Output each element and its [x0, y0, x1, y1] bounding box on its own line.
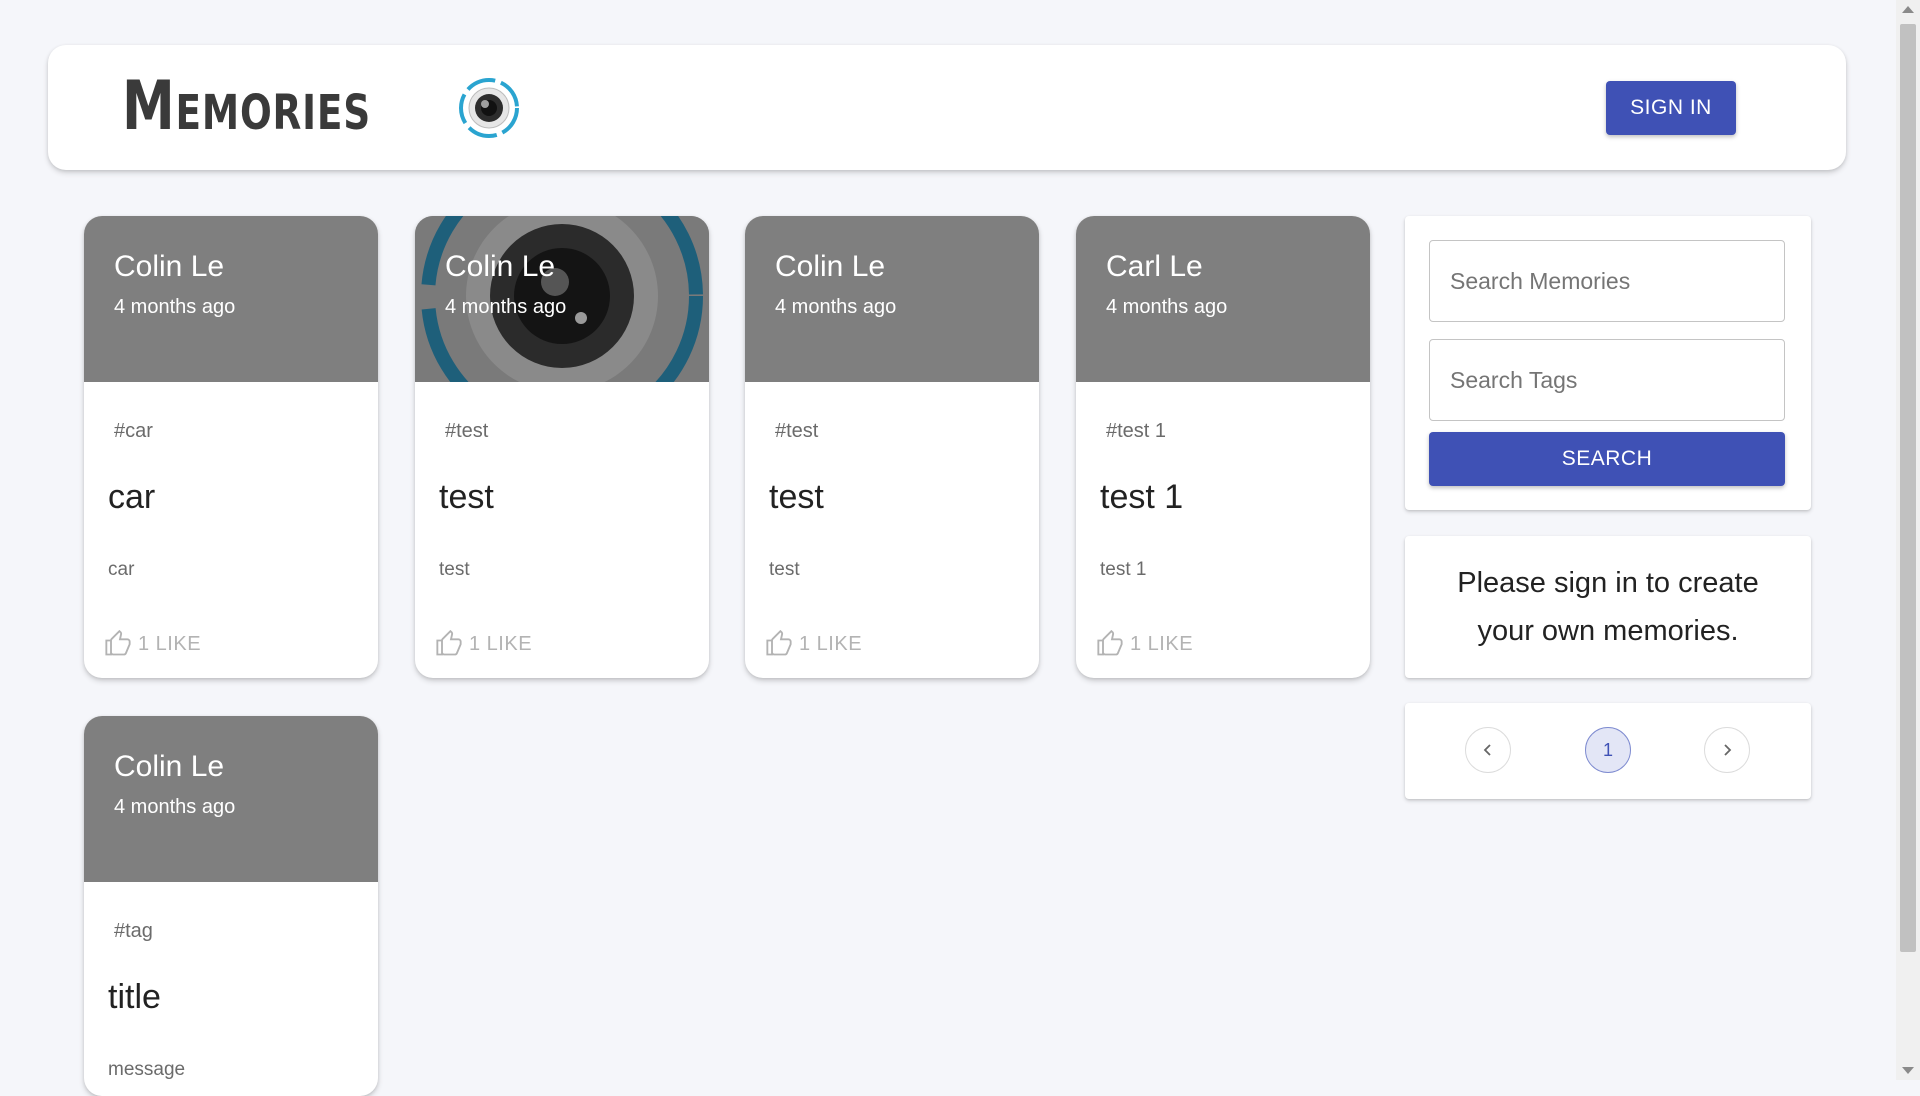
search-tags-field [1429, 339, 1785, 421]
sign-in-button[interactable]: SIGN IN [1606, 81, 1736, 135]
thumb-up-icon [766, 630, 792, 656]
post-card: Colin Le 4 months ago #car car car 1 LIK… [84, 216, 378, 678]
post-media: Colin Le 4 months ago [745, 216, 1039, 382]
post-media: Carl Le 4 months ago [1076, 216, 1370, 382]
post-author: Colin Le [775, 250, 886, 283]
post-message: car [108, 559, 135, 580]
search-button[interactable]: SEARCH [1429, 432, 1785, 486]
post-author: Colin Le [114, 750, 225, 783]
search-panel: SEARCH [1405, 216, 1811, 510]
post-title: test [769, 478, 824, 516]
camera-lens-logo-icon [459, 78, 519, 138]
post-tags: #car [114, 420, 153, 442]
brand-title[interactable]: Memories [122, 71, 371, 143]
post-author: Colin Le [114, 250, 225, 283]
signin-prompt-text: Please sign in to create your own memori… [1457, 567, 1759, 647]
post-time: 4 months ago [1106, 296, 1228, 318]
post-title: car [108, 478, 156, 516]
like-button[interactable]: 1 LIKE [435, 630, 532, 658]
signin-prompt-panel: Please sign in to create your own memori… [1405, 536, 1811, 678]
post-tags: #test 1 [1106, 420, 1167, 442]
thumb-up-icon [436, 630, 462, 656]
pagination: 1 [1405, 703, 1811, 799]
page-button-current[interactable]: 1 [1585, 727, 1631, 773]
next-page-button[interactable] [1704, 727, 1750, 773]
like-button[interactable]: 1 LIKE [765, 630, 862, 658]
post-time: 4 months ago [114, 296, 236, 318]
app-bar: Memories SIGN IN [48, 45, 1846, 170]
post-title: title [108, 978, 161, 1016]
post-time: 4 months ago [775, 296, 897, 318]
like-count: 1 LIKE [799, 632, 863, 655]
post-card: Colin Le 4 months ago #test test test 1 … [745, 216, 1039, 678]
post-time: 4 months ago [445, 296, 567, 318]
page-scrollbar[interactable] [1896, 0, 1920, 1080]
scrollbar-thumb[interactable] [1900, 24, 1916, 952]
search-memories-field [1429, 240, 1785, 322]
post-media: Colin Le 4 months ago [415, 216, 709, 382]
like-count: 1 LIKE [138, 632, 202, 655]
post-message: test 1 [1100, 559, 1147, 580]
post-title: test 1 [1100, 478, 1184, 516]
scroll-up-arrow-icon[interactable] [1902, 6, 1914, 13]
post-card: Carl Le 4 months ago #test 1 test 1 test… [1076, 216, 1370, 678]
post-card: Colin Le 4 months ago #tag title message [84, 716, 378, 1096]
search-memories-input[interactable] [1430, 241, 1784, 321]
search-tags-input[interactable] [1430, 340, 1784, 420]
post-author: Colin Le [445, 250, 556, 283]
post-time: 4 months ago [114, 796, 236, 818]
post-author: Carl Le [1106, 250, 1203, 283]
like-count: 1 LIKE [1130, 632, 1194, 655]
post-media: Colin Le 4 months ago [84, 716, 378, 882]
like-button[interactable]: 1 LIKE [1096, 630, 1193, 658]
previous-page-button[interactable] [1465, 727, 1511, 773]
scroll-down-arrow-icon[interactable] [1902, 1067, 1914, 1074]
like-count: 1 LIKE [469, 632, 533, 655]
thumb-up-icon [1097, 630, 1123, 656]
chevron-left-icon [1483, 744, 1491, 756]
post-tags: #test [445, 420, 489, 442]
post-tags: #tag [114, 920, 153, 942]
thumb-up-icon [105, 630, 131, 656]
post-message: message [108, 1059, 186, 1080]
post-media: Colin Le 4 months ago [84, 216, 378, 382]
chevron-right-icon [1724, 744, 1732, 756]
like-button[interactable]: 1 LIKE [104, 630, 201, 658]
post-message: test [439, 559, 470, 580]
post-card: Colin Le 4 months ago #test test test 1 … [415, 216, 709, 678]
post-title: test [439, 478, 494, 516]
post-message: test [769, 559, 800, 580]
post-tags: #test [775, 420, 819, 442]
